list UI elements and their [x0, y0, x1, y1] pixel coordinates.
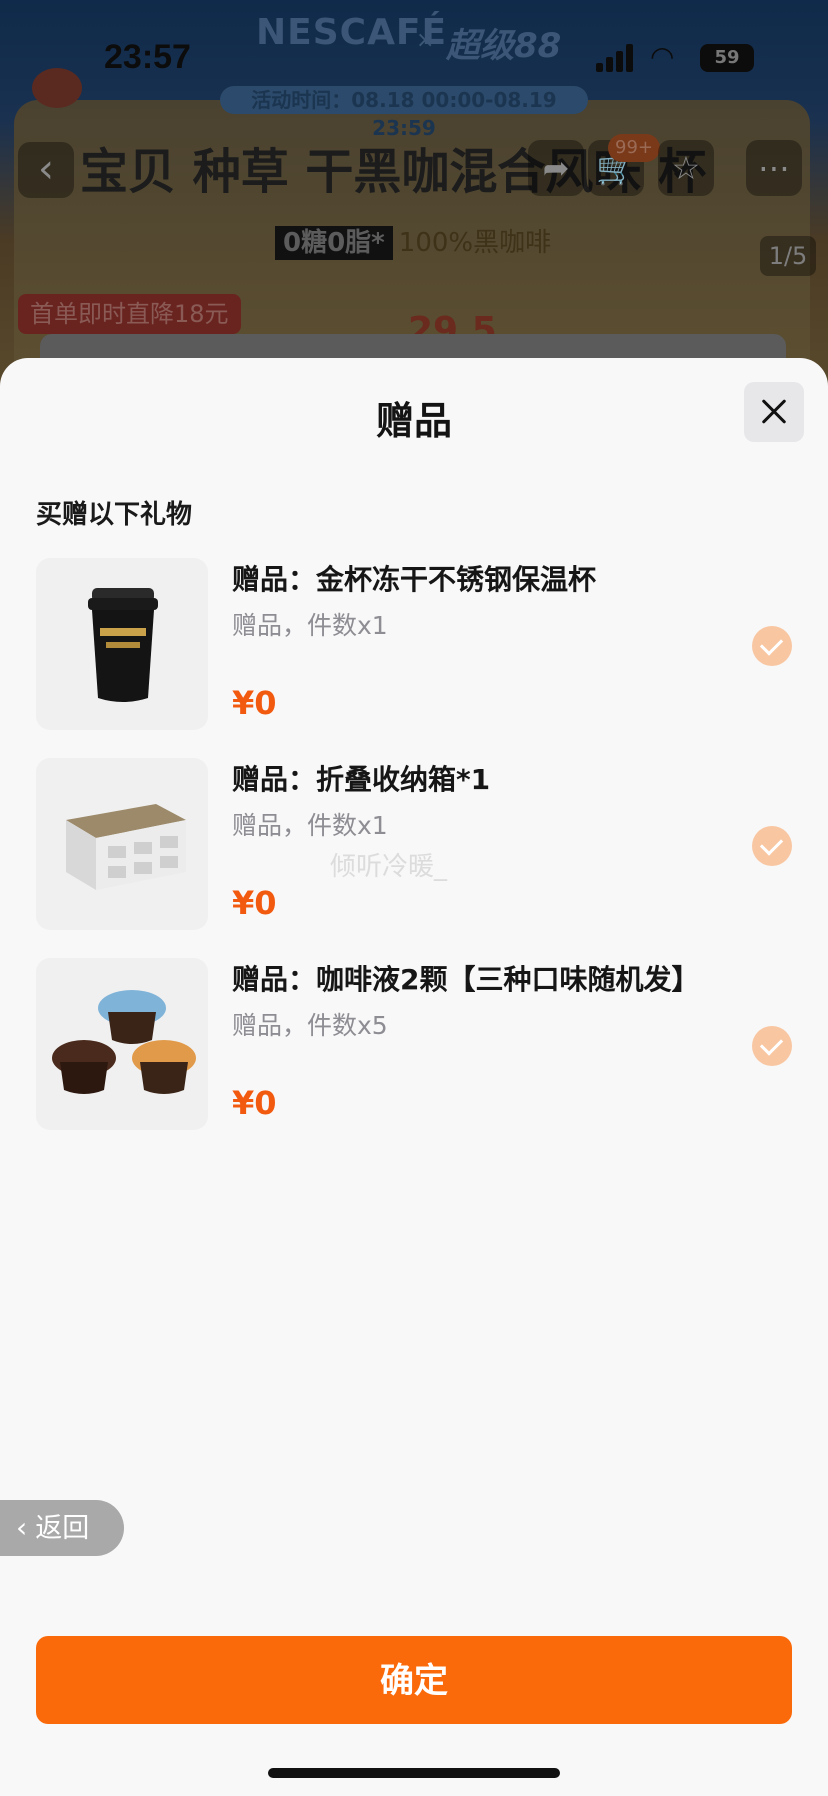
background-product-page: 23:57 NESCAFÉ × 超级88 ◠ 59 活动时间：08.18 00:… — [0, 0, 828, 400]
gift-price: ¥0 — [232, 684, 277, 722]
gift-name: 赠品：金杯冻干不锈钢保温杯 — [232, 563, 597, 596]
share-icon[interactable]: ➦ — [528, 140, 584, 196]
brand-logo: NESCAFÉ × 超级88 — [256, 12, 576, 72]
watermelon-icon — [32, 68, 82, 108]
gift-name: 赠品：咖啡液2颗【三种口味随机发】 — [232, 963, 700, 996]
background-subtitle: 0糖0脂* 100%黑咖啡 — [275, 222, 552, 260]
favorite-star-icon[interactable]: ☆ — [658, 140, 714, 196]
gift-price: ¥0 — [232, 884, 277, 922]
brand-separator: × — [416, 28, 435, 53]
wifi-icon: ◠ — [650, 40, 675, 73]
subtitle-text: 100%黑咖啡 — [398, 228, 552, 258]
chevron-left-icon: ‹ — [16, 1511, 28, 1544]
home-indicator — [268, 1768, 560, 1778]
back-label: 返回 — [35, 1513, 90, 1544]
gift-image-tumbler — [36, 558, 208, 730]
gift-meta: 赠品，件数x1 — [232, 811, 388, 840]
sheet-title: 赠品 — [375, 399, 452, 443]
activity-time: 活动时间：08.18 00:00-08.19 23:59 — [220, 86, 588, 140]
gift-price: ¥0 — [232, 1084, 277, 1122]
image-counter: 1/5 — [760, 236, 816, 276]
subtitle-highlight: 0糖0脂* — [275, 226, 393, 260]
check-icon[interactable] — [752, 1026, 792, 1066]
gift-name: 赠品：折叠收纳箱*1 — [232, 763, 491, 796]
gift-meta: 赠品，件数x1 — [232, 611, 388, 640]
gift-item[interactable]: 赠品：咖啡液2颗【三种口味随机发】 赠品，件数x5 ¥0 — [36, 958, 796, 1130]
back-button[interactable]: ‹ 返回 — [0, 1500, 124, 1556]
section-title: 买赠以下礼物 — [36, 500, 193, 530]
watermark-text: 倾听冷暖_ — [330, 852, 448, 882]
nav-back-button[interactable]: ‹ — [18, 142, 74, 198]
promo-badge: 首单即时直降18元 — [18, 294, 241, 334]
status-time: 23:57 — [104, 38, 191, 76]
confirm-button[interactable]: 确定 — [36, 1636, 792, 1724]
gift-sheet: 赠品 买赠以下礼物 赠品：金杯冻干不锈钢保温杯 赠品，件数x1 ¥0 赠品：折叠… — [0, 358, 828, 1796]
cart-badge: 99+ — [608, 134, 660, 162]
gift-image-storage-box — [36, 758, 208, 930]
gift-meta: 赠品，件数x5 — [232, 1011, 388, 1040]
brand-right: 超级88 — [446, 26, 562, 66]
gift-item[interactable]: 赠品：折叠收纳箱*1 赠品，件数x1 ¥0 — [36, 758, 796, 930]
more-icon[interactable]: ⋯ — [746, 140, 802, 196]
gift-item[interactable]: 赠品：金杯冻干不锈钢保温杯 赠品，件数x1 ¥0 — [36, 558, 796, 730]
check-icon[interactable] — [752, 626, 792, 666]
top-action-icons: ➦ 🛒 99+ ☆ ⋯ — [528, 134, 818, 200]
close-button[interactable] — [744, 382, 804, 442]
gift-image-coffee-capsules — [36, 958, 208, 1130]
check-icon[interactable] — [752, 826, 792, 866]
battery-icon: 59 — [700, 44, 754, 72]
signal-icon — [596, 44, 636, 72]
